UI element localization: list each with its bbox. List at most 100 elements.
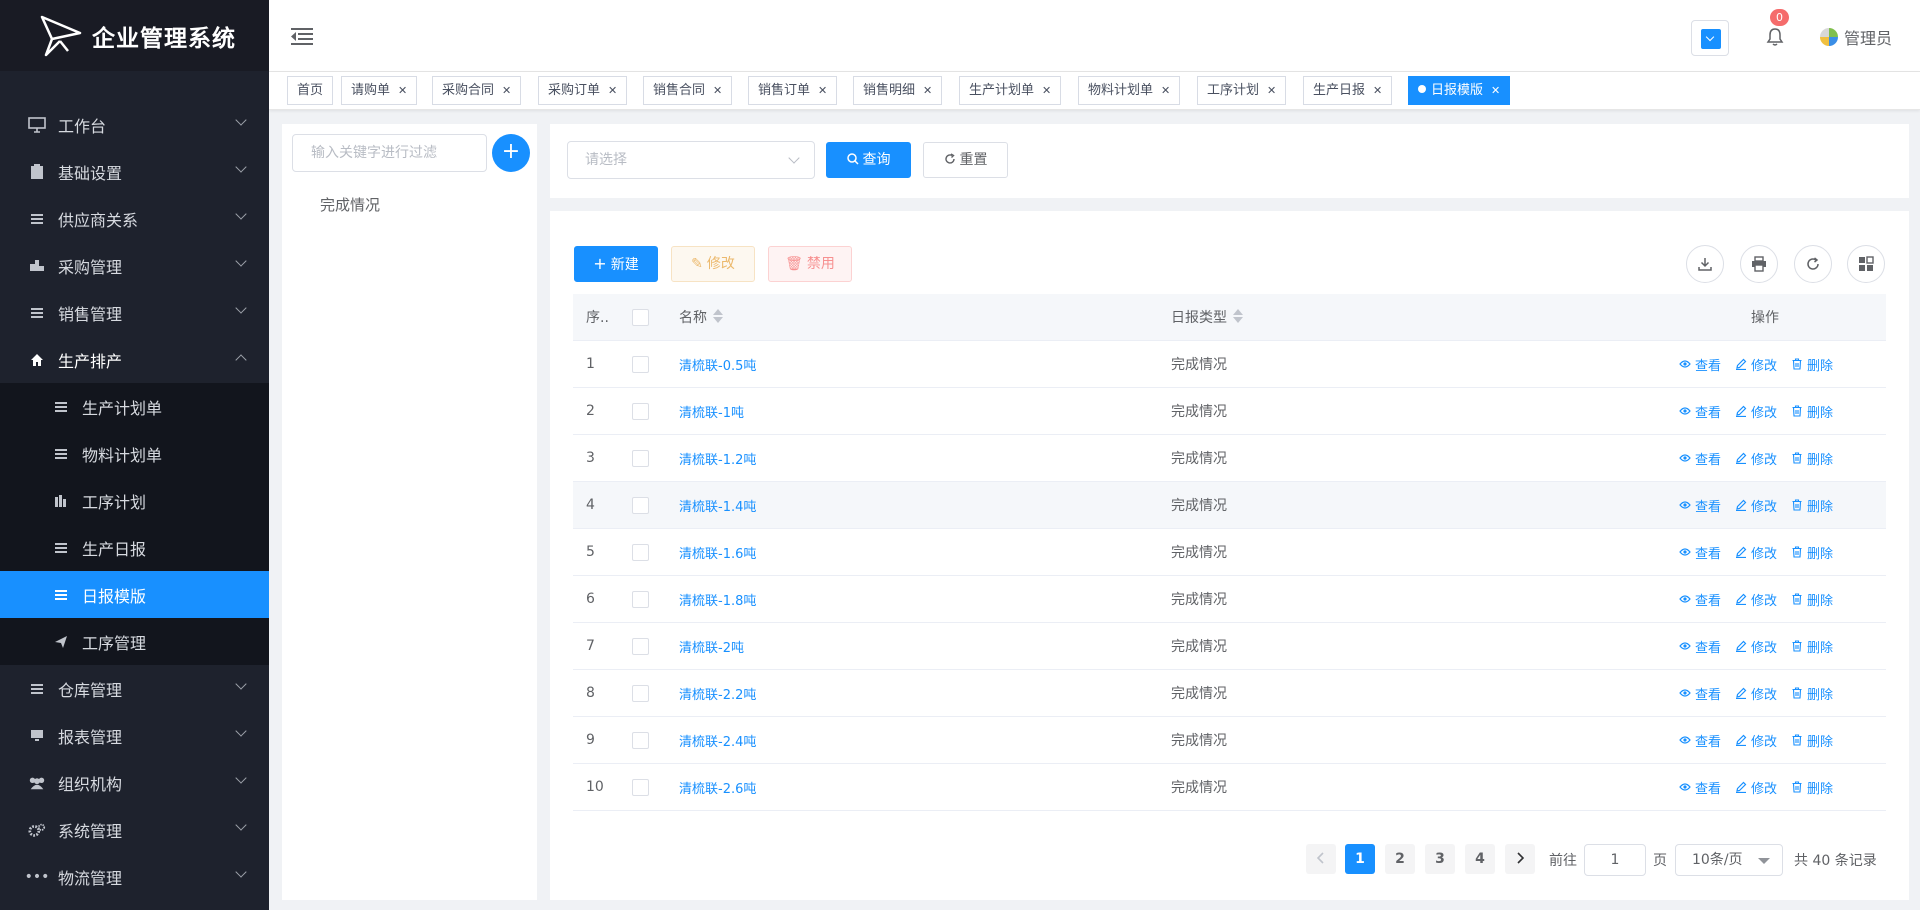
row-name-link[interactable]: 清梳联-0.5吨 bbox=[679, 355, 756, 374]
sidebar-item-material-plan[interactable]: 物料计划单 bbox=[0, 430, 269, 477]
row-checkbox[interactable] bbox=[632, 732, 649, 749]
view-button[interactable]: 查看 bbox=[1679, 590, 1721, 609]
column-settings-button[interactable] bbox=[1847, 245, 1885, 283]
sidebar-item-supplier[interactable]: 供应商关系 bbox=[0, 195, 269, 242]
tab-purchase-contract[interactable]: 采购合同 ✕ bbox=[432, 76, 522, 105]
tab-report-template[interactable]: 日报模版 ✕ bbox=[1408, 76, 1511, 105]
view-button[interactable]: 查看 bbox=[1679, 731, 1721, 750]
sidebar-item-organization[interactable]: 组织机构 bbox=[0, 759, 269, 806]
row-checkbox[interactable] bbox=[632, 591, 649, 608]
sidebar-item-process-plan[interactable]: 工序计划 bbox=[0, 477, 269, 524]
row-checkbox[interactable] bbox=[632, 779, 649, 796]
view-button[interactable]: 查看 bbox=[1679, 449, 1721, 468]
delete-button[interactable]: 删除 bbox=[1791, 402, 1833, 421]
type-select[interactable]: 请选择 bbox=[567, 141, 815, 179]
row-checkbox[interactable] bbox=[632, 403, 649, 420]
sidebar-item-logistics[interactable]: ••• 物流管理 bbox=[0, 853, 269, 900]
row-name-link[interactable]: 清梳联-1.6吨 bbox=[679, 543, 756, 562]
view-button[interactable]: 查看 bbox=[1679, 543, 1721, 562]
tree-filter-input[interactable] bbox=[292, 134, 487, 172]
sidebar-item-workbench[interactable]: 工作台 bbox=[0, 101, 269, 148]
sidebar-item-daily-report[interactable]: 生产日报 bbox=[0, 524, 269, 571]
delete-button[interactable]: 删除 bbox=[1791, 590, 1833, 609]
sidebar-item-sales[interactable]: 销售管理 bbox=[0, 289, 269, 336]
disable-button[interactable]: 🗑 禁用 bbox=[768, 246, 852, 282]
view-button[interactable]: 查看 bbox=[1679, 637, 1721, 656]
tree-node[interactable]: 完成情况 bbox=[320, 194, 380, 215]
sidebar-item-purchase[interactable]: 采购管理 bbox=[0, 242, 269, 289]
view-button[interactable]: 查看 bbox=[1679, 402, 1721, 421]
bell-icon[interactable] bbox=[1766, 27, 1784, 47]
refresh-button[interactable] bbox=[1794, 245, 1832, 283]
delete-button[interactable]: 删除 bbox=[1791, 449, 1833, 468]
close-icon[interactable]: ✕ bbox=[1161, 84, 1170, 97]
goto-page-input[interactable]: 1 bbox=[1584, 844, 1646, 876]
edit-button[interactable]: ✎ 修改 bbox=[671, 246, 755, 282]
new-button[interactable]: + 新建 bbox=[574, 246, 658, 282]
row-name-link[interactable]: 清梳联-2吨 bbox=[679, 637, 744, 656]
tab-sales-detail[interactable]: 销售明细 ✕ bbox=[853, 76, 943, 105]
edit-row-button[interactable]: 修改 bbox=[1735, 731, 1777, 750]
query-button[interactable]: 查询 bbox=[826, 142, 911, 178]
sidebar-item-report-template[interactable]: 日报模版 bbox=[0, 571, 269, 618]
tab-sales-order[interactable]: 销售订单 ✕ bbox=[748, 76, 838, 105]
close-icon[interactable]: ✕ bbox=[818, 84, 827, 97]
row-checkbox[interactable] bbox=[632, 450, 649, 467]
edit-row-button[interactable]: 修改 bbox=[1735, 637, 1777, 656]
theme-dropdown-button[interactable] bbox=[1691, 20, 1729, 56]
row-name-link[interactable]: 清梳联-1.2吨 bbox=[679, 449, 756, 468]
edit-row-button[interactable]: 修改 bbox=[1735, 449, 1777, 468]
row-checkbox[interactable] bbox=[632, 497, 649, 514]
row-name-link[interactable]: 清梳联-2.6吨 bbox=[679, 778, 756, 797]
page-button[interactable]: 3 bbox=[1425, 844, 1455, 874]
delete-button[interactable]: 删除 bbox=[1791, 496, 1833, 515]
close-icon[interactable]: ✕ bbox=[608, 84, 617, 97]
close-icon[interactable]: ✕ bbox=[398, 84, 407, 97]
tab-process-plan[interactable]: 工序计划 ✕ bbox=[1197, 76, 1287, 105]
close-icon[interactable]: ✕ bbox=[1491, 84, 1500, 97]
view-button[interactable]: 查看 bbox=[1679, 355, 1721, 374]
prev-page-button[interactable] bbox=[1306, 844, 1336, 874]
page-button[interactable]: 1 bbox=[1345, 844, 1375, 874]
close-icon[interactable]: ✕ bbox=[1042, 84, 1051, 97]
sidebar-item-warehouse[interactable]: 仓库管理 bbox=[0, 665, 269, 712]
page-button[interactable]: 2 bbox=[1385, 844, 1415, 874]
close-icon[interactable]: ✕ bbox=[502, 84, 511, 97]
tab-sales-contract[interactable]: 销售合同 ✕ bbox=[643, 76, 733, 105]
add-node-button[interactable]: + bbox=[492, 134, 530, 172]
sidebar-item-production[interactable]: 生产排产 bbox=[0, 336, 269, 383]
sidebar-item-system[interactable]: 系统管理 bbox=[0, 806, 269, 853]
header-name[interactable]: 名称 bbox=[679, 307, 723, 327]
tab-purchase-order[interactable]: 采购订单 ✕ bbox=[538, 76, 628, 105]
sidebar-item-production-plan[interactable]: 生产计划单 bbox=[0, 383, 269, 430]
row-name-link[interactable]: 清梳联-1.4吨 bbox=[679, 496, 756, 515]
tab-material-plan[interactable]: 物料计划单 ✕ bbox=[1078, 76, 1181, 105]
row-name-link[interactable]: 清梳联-1吨 bbox=[679, 402, 744, 421]
header-type[interactable]: 日报类型 bbox=[1171, 307, 1243, 327]
sort-icon[interactable] bbox=[713, 309, 723, 323]
next-page-button[interactable] bbox=[1505, 844, 1535, 874]
edit-row-button[interactable]: 修改 bbox=[1735, 402, 1777, 421]
page-size-select[interactable]: 10条/页 bbox=[1675, 844, 1783, 876]
delete-button[interactable]: 删除 bbox=[1791, 778, 1833, 797]
print-button[interactable] bbox=[1740, 245, 1778, 283]
sidebar-item-reports[interactable]: 报表管理 bbox=[0, 712, 269, 759]
view-button[interactable]: 查看 bbox=[1679, 496, 1721, 515]
row-name-link[interactable]: 清梳联-1.8吨 bbox=[679, 590, 756, 609]
close-icon[interactable]: ✕ bbox=[1267, 84, 1276, 97]
edit-row-button[interactable]: 修改 bbox=[1735, 355, 1777, 374]
row-checkbox[interactable] bbox=[632, 356, 649, 373]
row-checkbox[interactable] bbox=[632, 544, 649, 561]
view-button[interactable]: 查看 bbox=[1679, 778, 1721, 797]
sort-icon[interactable] bbox=[1233, 309, 1243, 323]
user-menu[interactable]: 管理员 bbox=[1820, 25, 1892, 49]
delete-button[interactable]: 删除 bbox=[1791, 731, 1833, 750]
collapse-menu-icon[interactable] bbox=[291, 28, 313, 45]
row-name-link[interactable]: 清梳联-2.2吨 bbox=[679, 684, 756, 703]
edit-row-button[interactable]: 修改 bbox=[1735, 496, 1777, 515]
download-button[interactable] bbox=[1686, 245, 1724, 283]
delete-button[interactable]: 删除 bbox=[1791, 684, 1833, 703]
row-checkbox[interactable] bbox=[632, 685, 649, 702]
sidebar-item-basic-settings[interactable]: 基础设置 bbox=[0, 148, 269, 195]
delete-button[interactable]: 删除 bbox=[1791, 543, 1833, 562]
